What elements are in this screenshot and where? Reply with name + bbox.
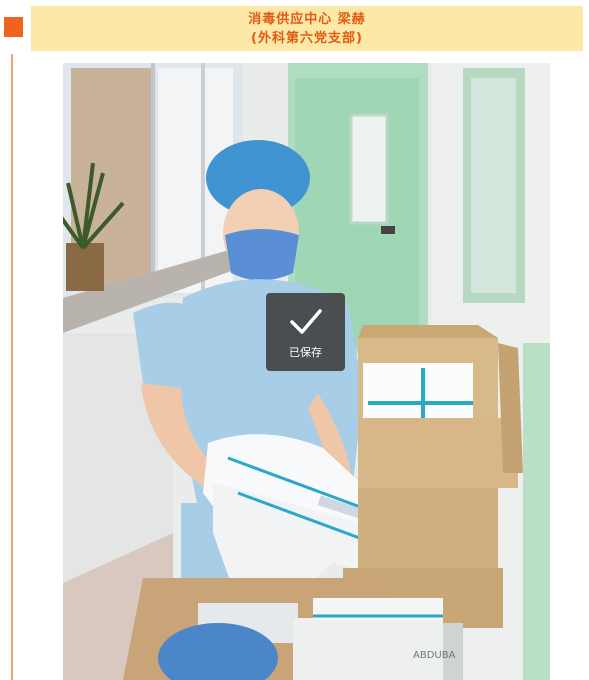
caption-line-2: (外科第六党支部)	[251, 31, 363, 46]
accent-square	[4, 17, 23, 37]
checkmark-icon	[289, 307, 323, 337]
caption-line-1: 消毒供应中心 梁赫	[248, 12, 366, 27]
toast-label: 已保存	[289, 346, 322, 359]
saved-toast: 已保存	[266, 293, 345, 371]
caption-banner: 消毒供应中心 梁赫 (外科第六党支部)	[31, 6, 583, 51]
accent-line	[11, 54, 13, 680]
photo-image[interactable]: ABDUBA	[63, 63, 550, 680]
photo-illustration: ABDUBA	[63, 63, 550, 680]
box-label: ABDUBA	[413, 650, 456, 661]
